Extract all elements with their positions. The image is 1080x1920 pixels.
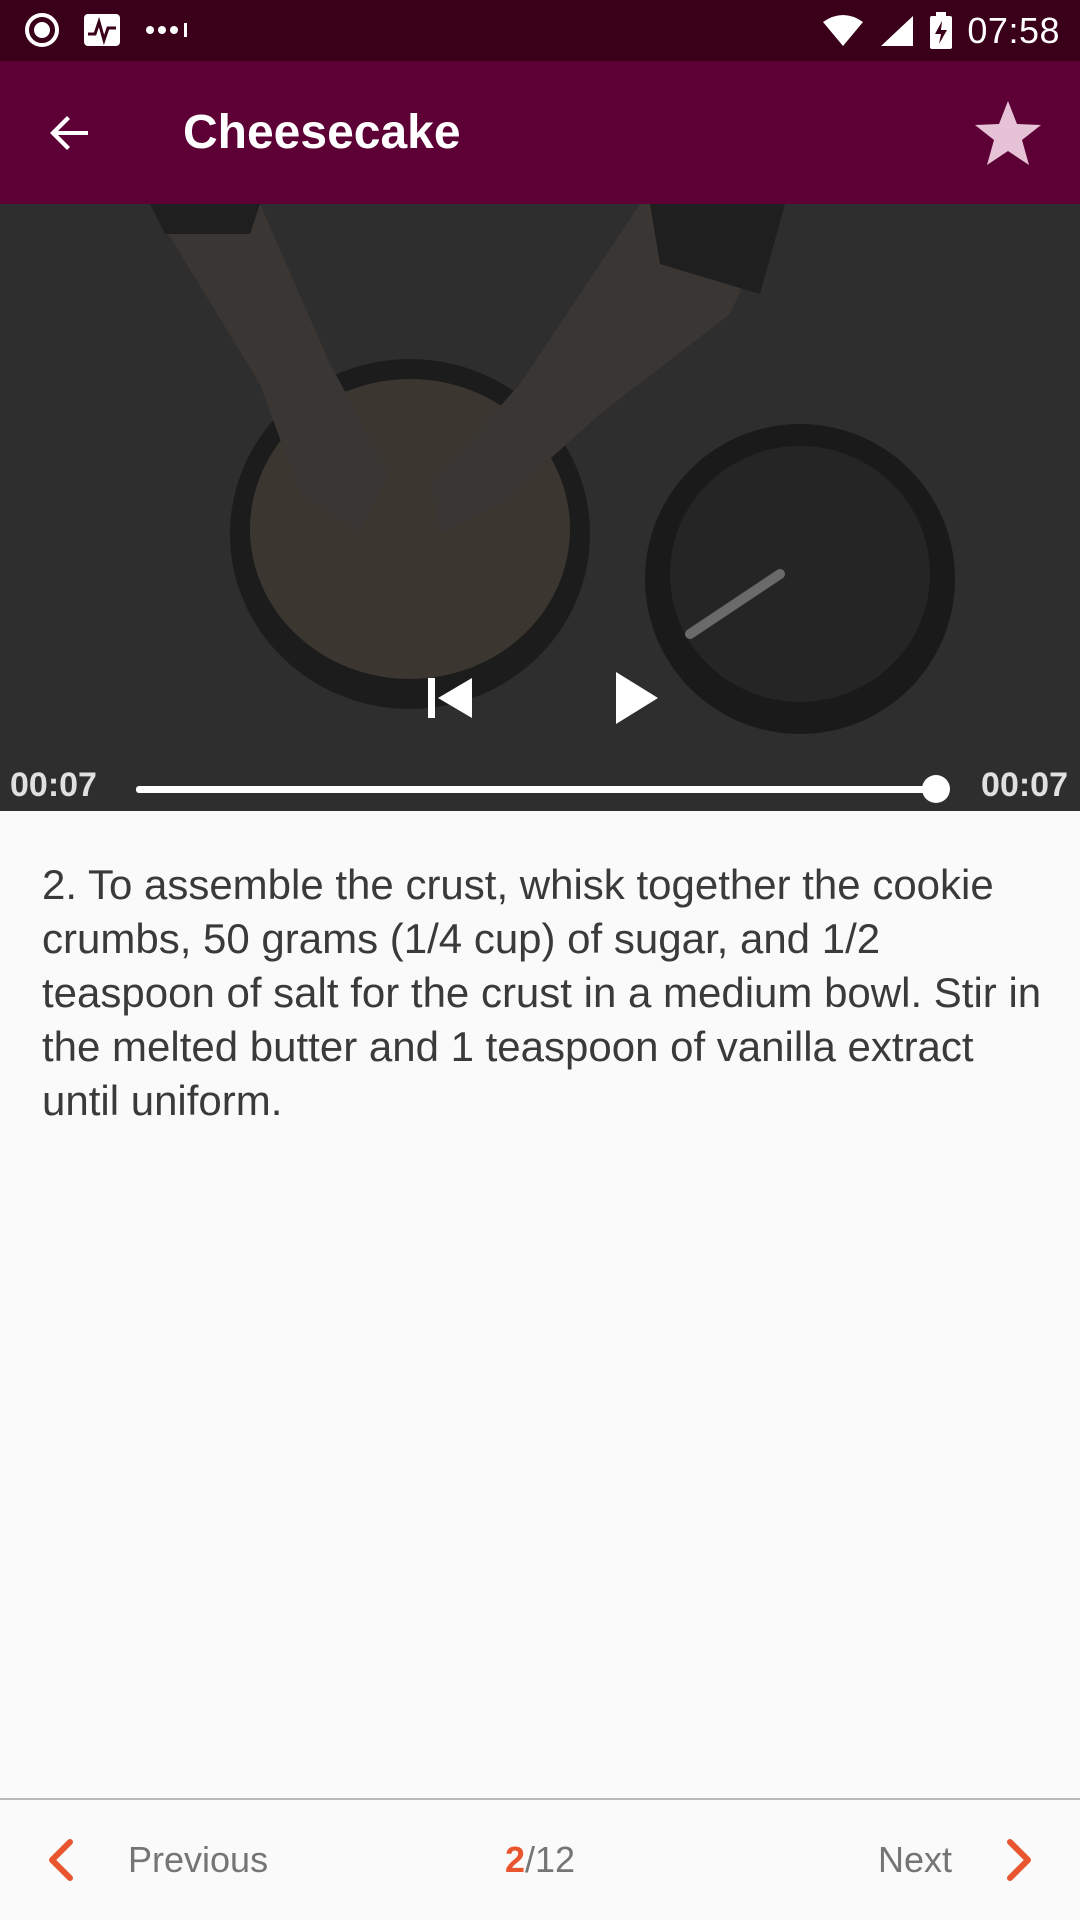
page-title: Cheesecake — [183, 106, 461, 159]
more-dots-icon — [146, 23, 187, 37]
favorite-button[interactable] — [966, 91, 1050, 175]
next-button[interactable]: Next — [878, 1800, 1040, 1920]
duration-time: 00:07 — [981, 766, 1068, 804]
previous-label: Previous — [128, 1839, 269, 1880]
arrow-back-icon — [50, 116, 88, 150]
seek-bar[interactable] — [136, 786, 944, 793]
chevron-left-icon — [49, 1839, 73, 1881]
status-clock: 07:58 — [967, 9, 1060, 51]
signal-icon — [881, 15, 914, 46]
status-bar: 07:58 — [0, 0, 1080, 61]
video-player[interactable] — [0, 204, 1080, 811]
step-instruction: 2. To assemble the crust, whisk together… — [42, 861, 1042, 1124]
battery-charging-icon — [930, 11, 953, 49]
back-button[interactable] — [38, 101, 102, 165]
skip-previous-icon[interactable] — [418, 666, 482, 730]
total-pages: /12 — [524, 1839, 576, 1880]
video-frame — [0, 204, 1080, 811]
wifi-icon — [823, 14, 864, 46]
record-icon — [25, 13, 59, 47]
seek-thumb[interactable] — [922, 775, 950, 803]
step-navigation: Previous 2/12 Next — [0, 1798, 1080, 1920]
next-label: Next — [877, 1839, 952, 1880]
status-right-icons: 07:58 — [821, 0, 1060, 61]
current-page: 2 — [504, 1839, 525, 1880]
status-left-icons — [24, 10, 190, 50]
previous-button[interactable]: Previous — [40, 1800, 268, 1920]
star-icon — [975, 101, 1041, 165]
activity-icon — [84, 14, 120, 46]
chevron-right-icon — [1007, 1839, 1031, 1881]
app-bar: Cheesecake — [0, 61, 1080, 204]
elapsed-time: 00:07 — [10, 766, 97, 804]
play-icon[interactable] — [600, 662, 672, 734]
